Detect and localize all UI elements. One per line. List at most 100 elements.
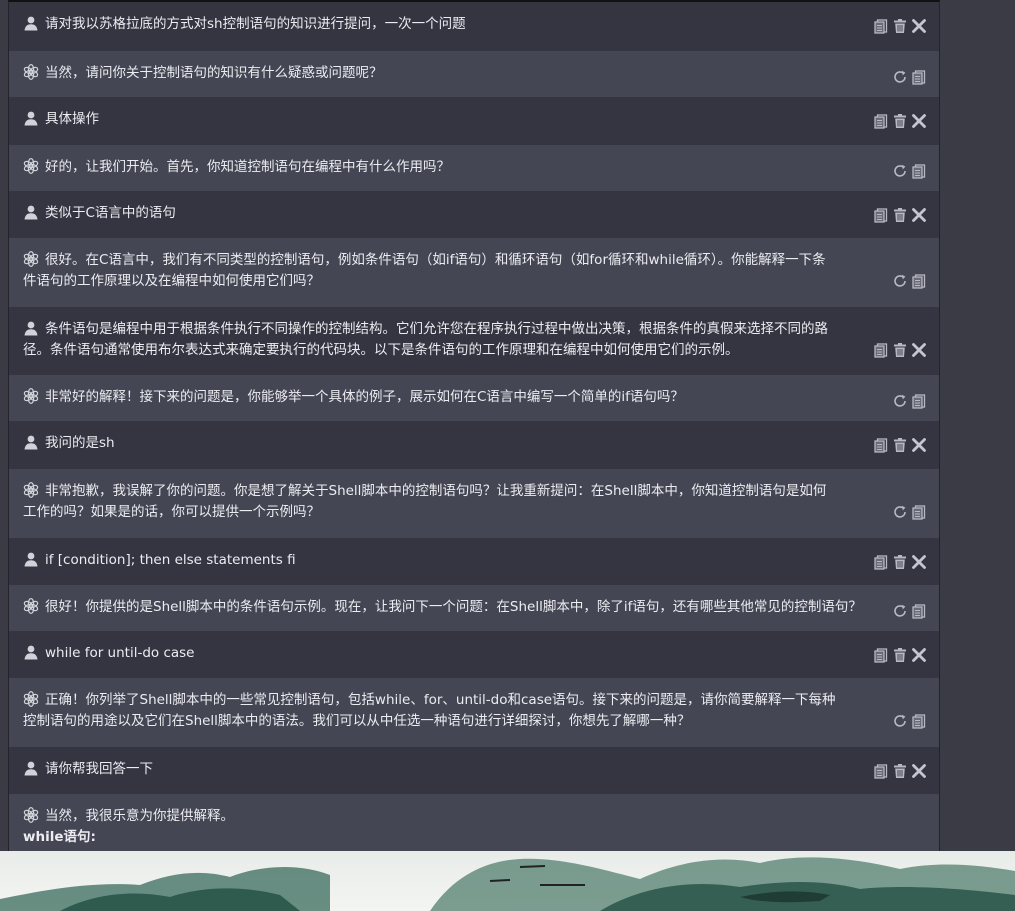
message-actions xyxy=(873,18,927,34)
copy-icon[interactable] xyxy=(911,713,927,729)
message-actions xyxy=(892,163,927,179)
copy-icon[interactable] xyxy=(873,207,889,223)
message-text: 请对我以苏格拉底的方式对sh控制语句的知识进行提问，一次一个问题 xyxy=(45,16,466,32)
message-text: 很好！你提供的是Shell脚本中的条件语句示例。现在，让我问下一个问题：在She… xyxy=(45,599,862,615)
trash-icon[interactable] xyxy=(892,207,908,223)
user-avatar-icon xyxy=(23,320,39,336)
user-avatar-icon xyxy=(23,434,39,450)
message-text: 很好。在C语言中，我们有不同类型的控制语句，例如条件语句（如if语句）和循环语句… xyxy=(23,252,826,289)
close-icon[interactable] xyxy=(911,342,927,358)
copy-icon[interactable] xyxy=(873,647,889,663)
message-text: 具体操作 xyxy=(45,111,99,127)
user-avatar-icon xyxy=(23,15,39,31)
message-text: 正确！你列举了Shell脚本中的一些常见控制语句，包括while、for、unt… xyxy=(23,692,836,729)
assistant-message: 很好。在C语言中，我们有不同类型的控制语句，例如条件语句（如if语句）和循环语句… xyxy=(9,238,939,307)
trash-icon[interactable] xyxy=(892,437,908,453)
openai-logo-icon xyxy=(23,482,39,498)
message-actions xyxy=(892,504,927,520)
openai-logo-icon xyxy=(23,691,39,707)
assistant-message: 非常好的解释！接下来的问题是，你能够举一个具体的例子，展示如何在C语言中编写一个… xyxy=(9,375,939,421)
message-actions xyxy=(873,113,927,129)
close-icon[interactable] xyxy=(911,554,927,570)
message-text: 条件语句是编程中用于根据条件执行不同操作的控制结构。它们允许您在程序执行过程中做… xyxy=(23,321,828,358)
message-actions xyxy=(873,647,927,663)
user-message: 类似于C语言中的语句 xyxy=(9,191,939,238)
assistant-message: 当然，我很乐意为你提供解释。 while语句: xyxy=(9,794,939,853)
message-actions xyxy=(892,273,927,289)
trash-icon[interactable] xyxy=(892,554,908,570)
user-avatar-icon xyxy=(23,110,39,126)
user-message: while for until-do case xyxy=(9,631,939,678)
refresh-icon[interactable] xyxy=(892,163,908,179)
close-icon[interactable] xyxy=(911,437,927,453)
user-avatar-icon xyxy=(23,644,39,660)
openai-logo-icon xyxy=(23,807,39,823)
copy-icon[interactable] xyxy=(873,113,889,129)
message-actions xyxy=(873,763,927,779)
refresh-icon[interactable] xyxy=(892,603,908,619)
message-text: 非常抱歉，我误解了你的问题。你是想了解关于Shell脚本中的控制语句吗？让我重新… xyxy=(23,483,827,520)
message-actions xyxy=(873,342,927,358)
user-message: if [condition]; then else statements fi xyxy=(9,538,939,585)
copy-icon[interactable] xyxy=(911,163,927,179)
openai-logo-icon xyxy=(23,388,39,404)
message-actions xyxy=(873,437,927,453)
copy-icon[interactable] xyxy=(873,342,889,358)
openai-logo-icon xyxy=(23,598,39,614)
openai-logo-icon xyxy=(23,158,39,174)
message-actions xyxy=(892,713,927,729)
openai-logo-icon xyxy=(23,64,39,80)
message-text: if [condition]; then else statements fi xyxy=(45,552,296,568)
message-text: 我问的是sh xyxy=(45,435,115,451)
assistant-message: 好的，让我们开始。首先，你知道控制语句在编程中有什么作用吗？ xyxy=(9,145,939,191)
assistant-message: 很好！你提供的是Shell脚本中的条件语句示例。现在，让我问下一个问题：在She… xyxy=(9,585,939,631)
message-text: 好的，让我们开始。首先，你知道控制语句在编程中有什么作用吗？ xyxy=(45,159,450,175)
user-message: 具体操作 xyxy=(9,97,939,145)
trash-icon[interactable] xyxy=(892,342,908,358)
close-icon[interactable] xyxy=(911,18,927,34)
message-actions xyxy=(892,603,927,619)
user-avatar-icon xyxy=(23,760,39,776)
close-icon[interactable] xyxy=(911,647,927,663)
message-text: 类似于C语言中的语句 xyxy=(45,205,176,221)
refresh-icon[interactable] xyxy=(892,273,908,289)
copy-icon[interactable] xyxy=(911,273,927,289)
trash-icon[interactable] xyxy=(892,763,908,779)
copy-icon[interactable] xyxy=(911,603,927,619)
message-text: 请你帮我回答一下 xyxy=(45,761,153,777)
trash-icon[interactable] xyxy=(892,113,908,129)
message-text: 非常好的解释！接下来的问题是，你能够举一个具体的例子，展示如何在C语言中编写一个… xyxy=(45,389,684,405)
copy-icon[interactable] xyxy=(873,437,889,453)
message-actions xyxy=(873,207,927,223)
copy-icon[interactable] xyxy=(873,18,889,34)
copy-icon[interactable] xyxy=(911,504,927,520)
copy-icon[interactable] xyxy=(911,393,927,409)
openai-logo-icon xyxy=(23,251,39,267)
close-icon[interactable] xyxy=(911,113,927,129)
trash-icon[interactable] xyxy=(892,18,908,34)
message-bold-heading: while语句: xyxy=(23,829,96,845)
refresh-icon[interactable] xyxy=(892,504,908,520)
message-actions xyxy=(892,69,927,85)
close-icon[interactable] xyxy=(911,207,927,223)
copy-icon[interactable] xyxy=(873,763,889,779)
refresh-icon[interactable] xyxy=(892,713,908,729)
user-message: 请你帮我回答一下 xyxy=(9,747,939,794)
refresh-icon[interactable] xyxy=(892,69,908,85)
user-avatar-icon xyxy=(23,551,39,567)
close-icon[interactable] xyxy=(911,763,927,779)
copy-icon[interactable] xyxy=(911,69,927,85)
assistant-message: 当然，请问你关于控制语句的知识有什么疑惑或问题呢？ xyxy=(9,51,939,97)
message-actions xyxy=(892,393,927,409)
refresh-icon[interactable] xyxy=(892,393,908,409)
trash-icon[interactable] xyxy=(892,647,908,663)
assistant-message: 正确！你列举了Shell脚本中的一些常见控制语句，包括while、for、unt… xyxy=(9,678,939,747)
copy-icon[interactable] xyxy=(873,554,889,570)
message-text: 当然，请问你关于控制语句的知识有什么疑惑或问题呢？ xyxy=(45,65,383,81)
chat-thread: 请对我以苏格拉底的方式对sh控制语句的知识进行提问，一次一个问题 当然，请问你关于… xyxy=(8,0,940,853)
assistant-message: 非常抱歉，我误解了你的问题。你是想了解关于Shell脚本中的控制语句吗？让我重新… xyxy=(9,469,939,538)
message-actions xyxy=(873,554,927,570)
user-avatar-icon xyxy=(23,204,39,220)
user-message: 我问的是sh xyxy=(9,421,939,469)
message-text: 当然，我很乐意为你提供解释。 xyxy=(45,808,234,824)
